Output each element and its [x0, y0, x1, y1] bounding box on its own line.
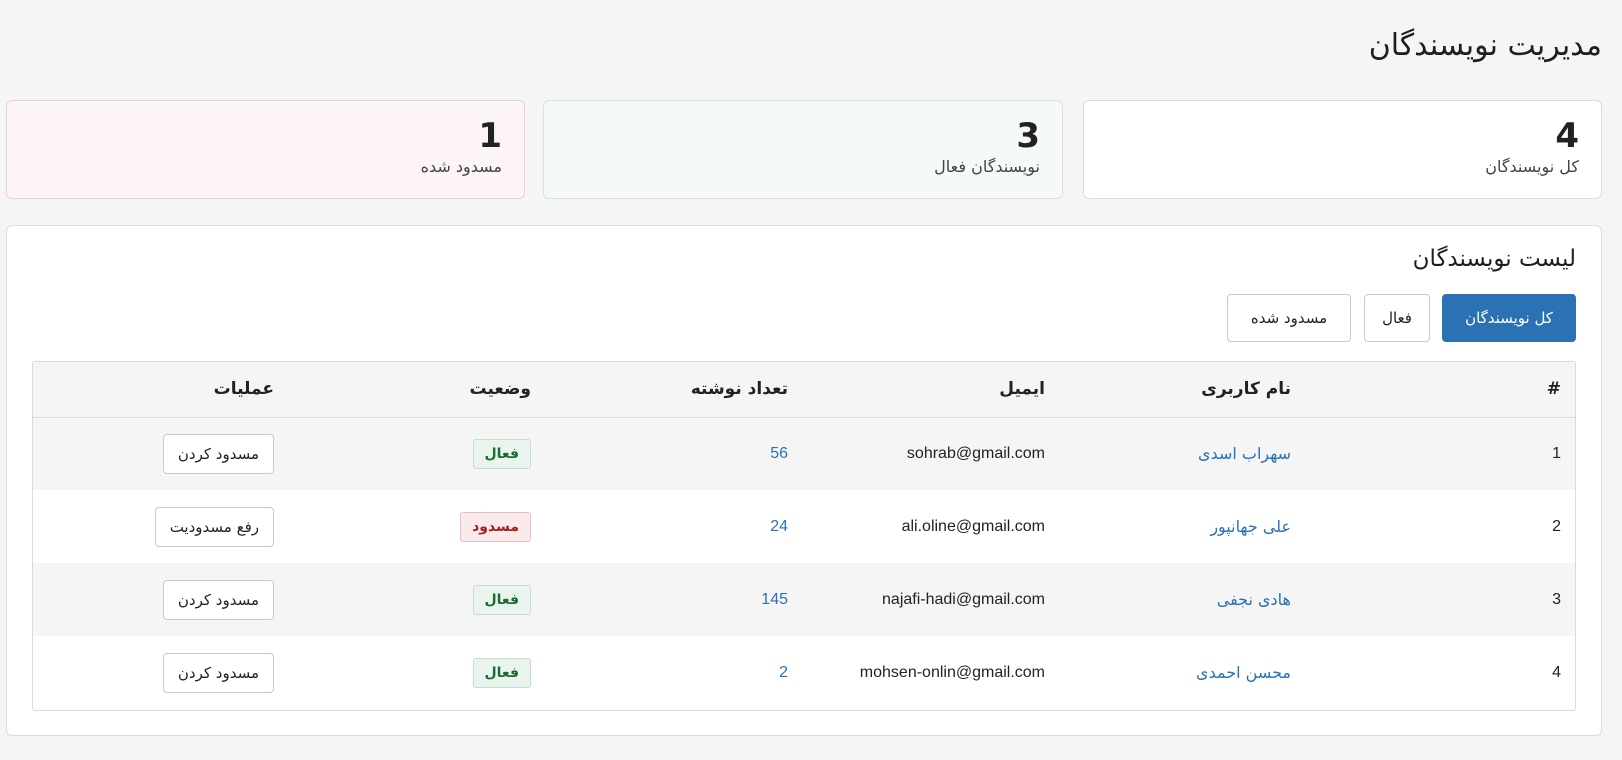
column-header-post-count: تعداد نوشته [690, 379, 788, 400]
row-number: 2 [1552, 517, 1561, 535]
column-header-operations: عملیات [213, 379, 274, 400]
username-link[interactable]: محسن احمدی [1196, 663, 1291, 682]
post-count-link[interactable]: 2 [779, 664, 788, 681]
post-count-link[interactable]: 145 [761, 591, 788, 608]
unblock-button[interactable]: رفع مسدودیت [154, 506, 274, 547]
status-badge: فعال [472, 438, 531, 469]
table-row: 3 هادی نجفی najafi-hadi@gmail.com 145 فع… [33, 563, 1575, 636]
stat-blocked-value: 1 [478, 116, 502, 156]
status-badge: فعال [472, 584, 531, 615]
stat-total-label: کل نویسندگان [1485, 157, 1579, 176]
filter-blocked-button[interactable]: مسدود شده [1227, 294, 1351, 342]
stat-active-label: نویسندگان فعال [934, 157, 1040, 176]
column-header-username: نام کاربری [1201, 379, 1291, 400]
username-link[interactable]: هادی نجفی [1217, 590, 1291, 609]
filter-active-button[interactable]: فعال [1364, 294, 1430, 342]
block-button[interactable]: مسدود کردن [162, 433, 274, 474]
email-cell: ali.oline@gmail.com [901, 517, 1045, 535]
table-row: 4 محسن احمدی mohsen-onlin@gmail.com 2 فع… [33, 636, 1575, 709]
status-badge: مسدود [460, 511, 531, 542]
email-cell: najafi-hadi@gmail.com [882, 590, 1045, 608]
email-cell: mohsen-onlin@gmail.com [859, 663, 1045, 681]
row-number: 4 [1552, 663, 1561, 681]
writers-list-panel: لیست نویسندگان کل نویسندگان فعال مسدود ش… [6, 225, 1602, 736]
filter-all-button[interactable]: کل نویسندگان [1442, 294, 1576, 342]
username-link[interactable]: علی جهانپور [1210, 517, 1291, 536]
stat-total-value: 4 [1555, 116, 1579, 156]
stat-active-value: 3 [1016, 116, 1040, 156]
block-button[interactable]: مسدود کردن [162, 579, 274, 620]
column-header-email: ایمیل [999, 379, 1045, 400]
row-number: 1 [1552, 444, 1561, 462]
table-row: 1 سهراب اسدی sohrab@gmail.com 56 فعال مس… [33, 417, 1575, 490]
column-header-status: وضعیت [469, 379, 531, 400]
status-badge: فعال [472, 657, 531, 688]
post-count-link[interactable]: 24 [770, 518, 788, 535]
block-button[interactable]: مسدود کردن [162, 652, 274, 693]
table-header-row: # نام کاربری ایمیل تعداد نوشته وضعیت عمل… [33, 362, 1575, 417]
column-header-number: # [1546, 379, 1561, 400]
stat-card-blocked-writers: 1 مسدود شده [6, 100, 525, 199]
stat-card-total-writers: 4 کل نویسندگان [1083, 100, 1602, 199]
row-number: 3 [1552, 590, 1561, 608]
page-title: مدیریت نویسندگان [1368, 28, 1602, 63]
username-link[interactable]: سهراب اسدی [1198, 444, 1291, 463]
writers-list-title: لیست نویسندگان [1412, 246, 1576, 272]
email-cell: sohrab@gmail.com [906, 444, 1045, 462]
stat-card-active-writers: 3 نویسندگان فعال [543, 100, 1063, 199]
stat-blocked-label: مسدود شده [420, 157, 502, 176]
writers-table: # نام کاربری ایمیل تعداد نوشته وضعیت عمل… [32, 361, 1576, 711]
table-row: 2 علی جهانپور ali.oline@gmail.com 24 مسد… [33, 490, 1575, 563]
post-count-link[interactable]: 56 [770, 445, 788, 462]
